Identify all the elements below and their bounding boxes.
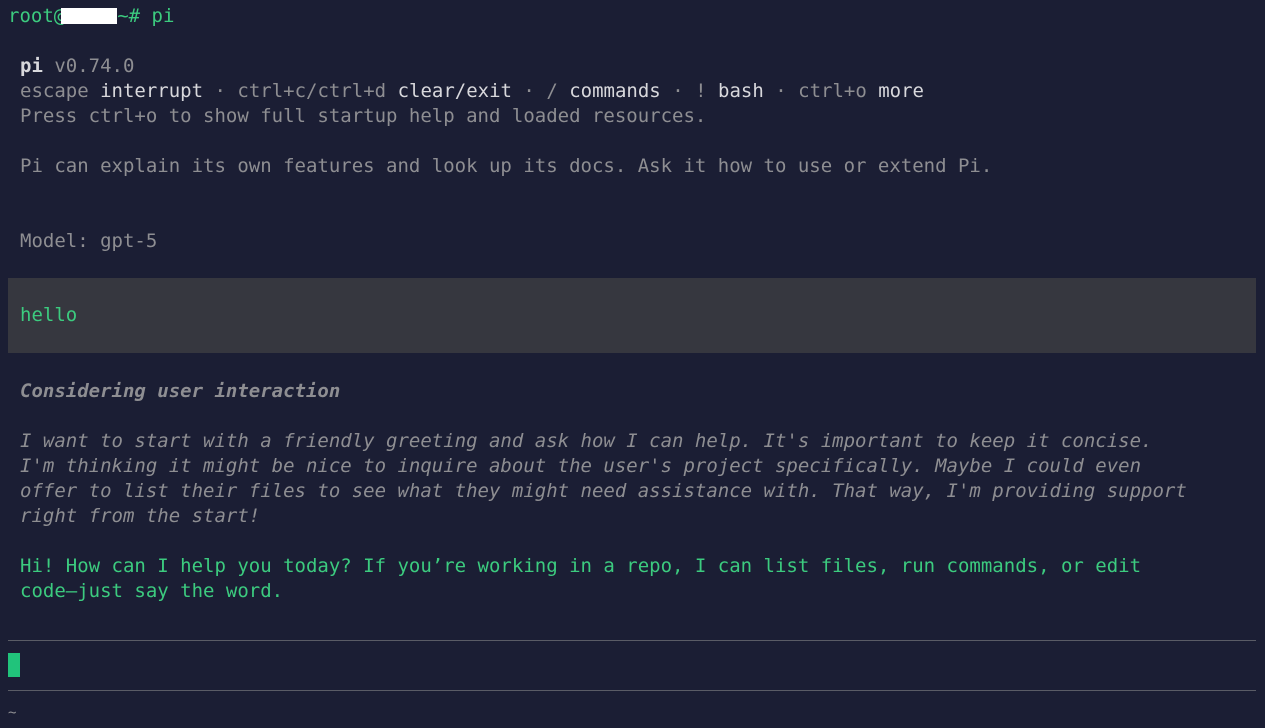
- app-name: pi: [20, 55, 43, 77]
- shell-prompt-suffix: ~#: [117, 5, 152, 27]
- redacted-hostname: [61, 8, 118, 24]
- app-version: v0.74.0: [54, 55, 135, 77]
- info-text: Pi can explain its own features and look…: [20, 155, 993, 177]
- shortcut-separator: ·: [214, 80, 226, 102]
- thinking-line: I want to start with a friendly greeting…: [20, 430, 1153, 452]
- shortcut-key-ctrl-c: ctrl+c/ctrl+d: [237, 80, 387, 102]
- footer-tilde: ~: [8, 705, 17, 721]
- shortcut-action-clear-exit: clear/exit: [397, 80, 512, 102]
- shortcut-action-bash: bash: [718, 80, 764, 102]
- user-message-box: hello: [8, 278, 1256, 353]
- shortcut-action-commands: commands: [569, 80, 661, 102]
- shell-user: root@: [8, 5, 66, 27]
- shortcuts-line: escape interrupt · ctrl+c/ctrl+d clear/e…: [20, 79, 924, 104]
- input-cursor[interactable]: [8, 653, 20, 677]
- shortcut-key-ctrl-o: ctrl+o: [798, 80, 867, 102]
- shortcut-separator: ·: [523, 80, 535, 102]
- thinking-line: right from the start!: [20, 505, 261, 527]
- model-line: Model: gpt-5: [20, 230, 158, 252]
- app-header: pi v0.74.0: [20, 54, 134, 79]
- shortcut-key-bang: !: [695, 80, 707, 102]
- shell-command: pi: [151, 5, 175, 27]
- assistant-response-line: Hi! How can I help you today? If you’re …: [20, 555, 1142, 577]
- startup-hint: Press ctrl+o to show full startup help a…: [20, 105, 707, 127]
- user-message: hello: [20, 304, 78, 326]
- thinking-line: I'm thinking it might be nice to inquire…: [20, 455, 1142, 477]
- assistant-response-line: code—just say the word.: [20, 580, 284, 602]
- shortcut-key-escape: escape: [20, 80, 89, 102]
- shell-prompt: root@ ~# pi: [8, 4, 174, 29]
- input-top-divider: [8, 640, 1256, 641]
- input-bottom-divider: [8, 690, 1256, 691]
- thinking-line: offer to list their files to see what th…: [20, 480, 1187, 502]
- shortcut-separator: ·: [672, 80, 684, 102]
- shortcut-key-slash: /: [546, 80, 558, 102]
- shortcut-separator: ·: [775, 80, 787, 102]
- shortcut-action-more: more: [878, 80, 924, 102]
- thinking-title: Considering user interaction: [20, 380, 341, 402]
- shortcut-action-interrupt: interrupt: [100, 80, 204, 102]
